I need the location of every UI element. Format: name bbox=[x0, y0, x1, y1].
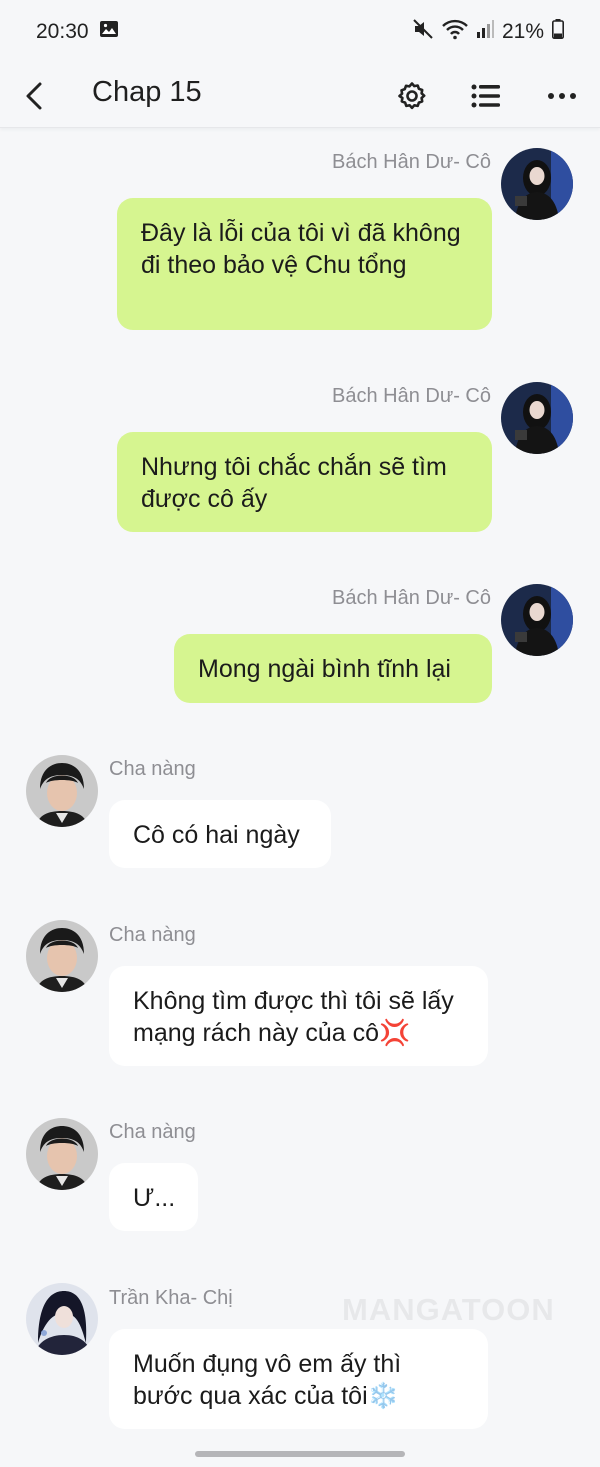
sender-name: Cha nàng bbox=[109, 924, 196, 946]
avatar[interactable] bbox=[26, 920, 98, 992]
signal-icon bbox=[476, 19, 494, 45]
status-bar: 20:30 21% bbox=[0, 0, 600, 64]
gallery-icon bbox=[99, 19, 119, 45]
battery-icon bbox=[552, 19, 564, 45]
battery-text: 21% bbox=[501, 20, 544, 43]
status-time: 20:30 bbox=[36, 20, 89, 43]
avatar[interactable] bbox=[501, 382, 573, 454]
page-title: Chap 15 bbox=[92, 76, 202, 108]
avatar[interactable] bbox=[501, 148, 573, 220]
app-header: Chap 15 bbox=[0, 64, 600, 128]
sender-name: Bách Hân Dư- Cô bbox=[331, 385, 491, 407]
avatar[interactable] bbox=[26, 1118, 98, 1190]
sender-name: Cha nàng bbox=[109, 758, 196, 780]
sender-name: Bách Hân Dư- Cô bbox=[331, 151, 491, 173]
message-bubble[interactable]: Cô có hai ngày bbox=[109, 800, 331, 868]
gear-icon[interactable] bbox=[388, 72, 436, 120]
sender-name: Bách Hân Dư- Cô bbox=[331, 587, 491, 609]
message-bubble[interactable]: Ư... bbox=[109, 1163, 198, 1231]
list-icon[interactable] bbox=[462, 72, 510, 120]
more-icon[interactable] bbox=[538, 72, 586, 120]
home-indicator[interactable] bbox=[195, 1451, 405, 1457]
sender-name: Cha nàng bbox=[109, 1121, 196, 1143]
mute-icon bbox=[412, 18, 434, 46]
message-bubble[interactable]: Muốn đụng vô em ấy thì bước qua xác của … bbox=[109, 1329, 488, 1429]
watermark: MANGATOON bbox=[342, 1292, 555, 1327]
avatar[interactable] bbox=[501, 584, 573, 656]
message-bubble[interactable]: Nhưng tôi chắc chắn sẽ tìm được cô ấy bbox=[117, 432, 492, 532]
message-bubble[interactable]: Đây là lỗi của tôi vì đã không đi theo b… bbox=[117, 198, 492, 330]
avatar[interactable] bbox=[26, 755, 98, 827]
back-icon[interactable] bbox=[14, 72, 54, 120]
wifi-icon bbox=[442, 18, 468, 46]
message-bubble[interactable]: Mong ngài bình tĩnh lại bbox=[174, 634, 492, 703]
avatar[interactable] bbox=[26, 1283, 98, 1355]
sender-name: Trần Kha- Chị bbox=[109, 1287, 233, 1309]
message-bubble[interactable]: Không tìm được thì tôi sẽ lấy mạng rách … bbox=[109, 966, 488, 1066]
